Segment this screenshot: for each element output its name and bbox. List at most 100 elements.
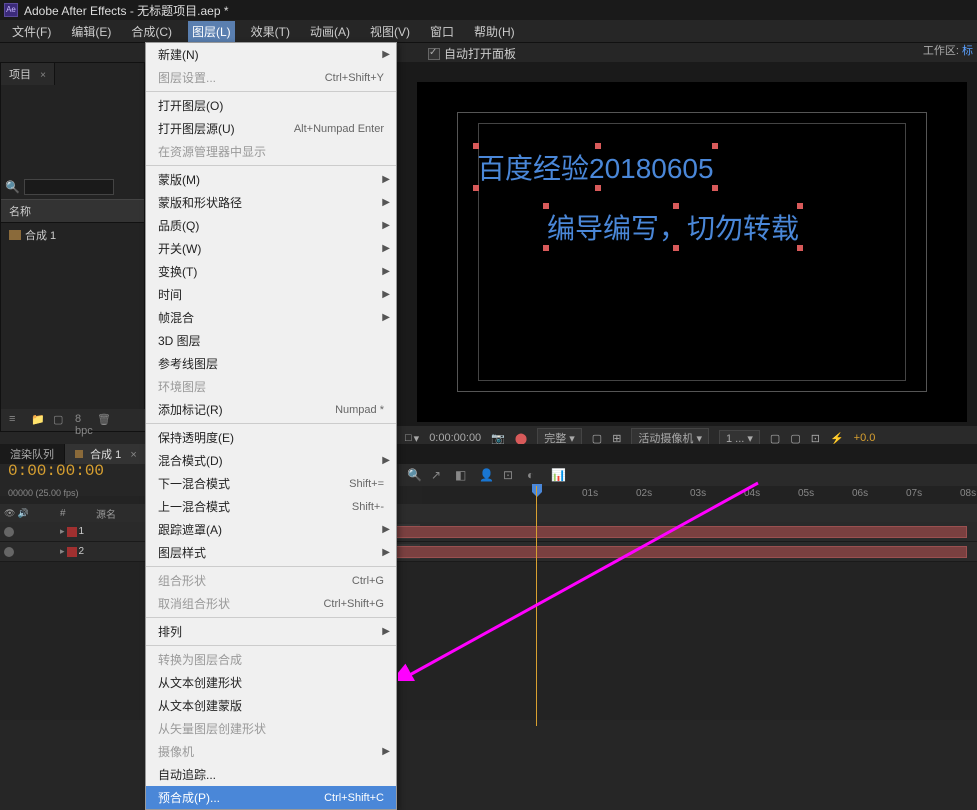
menu-switches[interactable]: 开关(W)▶	[146, 237, 396, 260]
selection-handle[interactable]	[797, 203, 803, 209]
name-column-header[interactable]: 名称	[1, 199, 144, 223]
menu-guide-layer[interactable]: 参考线图层	[146, 352, 396, 375]
ruler-tick: 02s	[636, 488, 652, 499]
selection-handle[interactable]	[712, 143, 718, 149]
menu-file[interactable]: 文件(F)	[8, 21, 55, 42]
menu-preserve-transparency[interactable]: 保持透明度(E)	[146, 426, 396, 449]
timecode-section: 0:00:00:00 00000 (25.00 fps)	[0, 464, 145, 496]
shy-icon[interactable]: 👤	[479, 468, 493, 482]
ruler-tick: 06s	[852, 488, 868, 499]
selection-handle[interactable]	[797, 245, 803, 251]
menu-transform[interactable]: 变换(T)▶	[146, 260, 396, 283]
close-icon[interactable]: ×	[40, 70, 46, 81]
selection-handle[interactable]	[712, 185, 718, 191]
visibility-toggle[interactable]	[4, 527, 14, 537]
source-name-header[interactable]: 源名	[96, 506, 144, 521]
menu-open-layer[interactable]: 打开图层(O)	[146, 94, 396, 117]
menu-layer-settings: 图层设置...Ctrl+Shift+Y	[146, 66, 396, 89]
menu-arrange[interactable]: 排列▶	[146, 620, 396, 643]
project-item-comp[interactable]: 合成 1	[1, 223, 144, 247]
selection-handle[interactable]	[543, 245, 549, 251]
menu-3d-layer[interactable]: 3D 图层	[146, 329, 396, 352]
comp-flowchart-icon[interactable]: ↗	[431, 468, 445, 482]
selection-handle[interactable]	[673, 203, 679, 209]
new-comp-icon[interactable]: ▢	[53, 413, 67, 427]
menu-quality[interactable]: 品质(Q)▶	[146, 214, 396, 237]
zoom-dropdown[interactable]: □ ▾	[405, 432, 419, 445]
menu-help[interactable]: 帮助(H)	[470, 21, 519, 42]
channel-icon[interactable]: ⬤	[515, 432, 527, 445]
menu-create-shapes-text[interactable]: 从文本创建形状	[146, 671, 396, 694]
workspace-selector[interactable]: 工作区: 标	[923, 42, 973, 58]
menu-effect[interactable]: 效果(T)	[247, 21, 294, 42]
menu-view[interactable]: 视图(V)	[366, 21, 414, 42]
text-layer-2[interactable]: 编导编写，切勿转载	[547, 207, 799, 247]
grid-icon[interactable]: ⊞	[612, 432, 621, 445]
layer-color-swatch[interactable]	[67, 527, 77, 537]
twirl-icon[interactable]: ▸	[60, 546, 65, 557]
bpc-label[interactable]: 8 bpc	[75, 413, 89, 427]
menu-mask-shape-path[interactable]: 蒙版和形状路径▶	[146, 191, 396, 214]
current-time-indicator[interactable]	[536, 486, 537, 726]
menu-next-blending[interactable]: 下一混合模式Shift+=	[146, 472, 396, 495]
menu-edit[interactable]: 编辑(E)	[67, 21, 115, 42]
layer-duration-bar[interactable]	[384, 524, 977, 540]
layer-duration-bar[interactable]	[384, 544, 977, 560]
motion-blur-icon[interactable]: ◐	[527, 468, 541, 482]
exposure-value[interactable]: +0.0	[854, 432, 876, 444]
graph-editor-icon[interactable]: 📊	[551, 468, 565, 482]
new-folder-icon[interactable]: 📁	[31, 413, 45, 427]
selection-handle[interactable]	[473, 143, 479, 149]
chevron-right-icon: ▶	[382, 243, 390, 254]
menu-track-matte[interactable]: 跟踪遮罩(A)▶	[146, 518, 396, 541]
selection-handle[interactable]	[473, 185, 479, 191]
auto-open-panel-toggle[interactable]: 自动打开面板	[428, 45, 516, 62]
menu-animation[interactable]: 动画(A)	[306, 21, 354, 42]
menu-frame-blending[interactable]: 帧混合▶	[146, 306, 396, 329]
menu-layer-styles[interactable]: 图层样式▶	[146, 541, 396, 564]
selection-handle[interactable]	[595, 185, 601, 191]
menu-composition[interactable]: 合成(C)	[127, 21, 176, 42]
layer-color-swatch[interactable]	[67, 547, 77, 557]
menu-auto-trace[interactable]: 自动追踪...	[146, 763, 396, 786]
delete-icon[interactable]: 🗑	[97, 413, 111, 427]
timecode-display[interactable]: 0:00:00:00	[429, 432, 481, 444]
menu-precompose[interactable]: 预合成(P)...Ctrl+Shift+C	[146, 786, 396, 809]
menu-add-marker[interactable]: 添加标记(R)Numpad *	[146, 398, 396, 421]
menu-mask[interactable]: 蒙版(M)▶	[146, 168, 396, 191]
menu-prev-blending[interactable]: 上一混合模式Shift+-	[146, 495, 396, 518]
snapshot-icon[interactable]: 📷	[491, 432, 505, 445]
selection-handle[interactable]	[595, 143, 601, 149]
viewer-canvas[interactable]: 百度经验20180605 编导编写，切勿转载	[417, 82, 967, 422]
selection-handle[interactable]	[543, 203, 549, 209]
fast-preview-icon[interactable]: ⚡	[830, 432, 844, 445]
project-tab[interactable]: 项目 ×	[1, 63, 55, 85]
viewer-icon-2[interactable]: ▢	[790, 432, 800, 445]
viewer-icon-3[interactable]: ⊡	[811, 432, 820, 445]
roi-icon[interactable]: ▢	[592, 432, 602, 445]
menu-open-layer-source[interactable]: 打开图层源(U)Alt+Numpad Enter	[146, 117, 396, 140]
menu-window[interactable]: 窗口	[426, 21, 458, 42]
menu-blending-mode[interactable]: 混合模式(D)▶	[146, 449, 396, 472]
search-input[interactable]	[24, 179, 114, 195]
visibility-toggle[interactable]	[4, 547, 14, 557]
time-ruler[interactable]: 01s 02s 03s 04s 05s 06s 07s 08s	[422, 486, 977, 504]
text-layer-1[interactable]: 百度经验20180605	[477, 147, 714, 187]
app-icon: Ae	[4, 3, 18, 17]
viewer-icon-1[interactable]: ▢	[770, 432, 780, 445]
tab-composition[interactable]: 合成 1 ×	[65, 444, 148, 464]
tab-render-queue[interactable]: 渲染队列	[0, 444, 65, 464]
menu-time[interactable]: 时间▶	[146, 283, 396, 306]
menu-layer[interactable]: 图层(L)	[188, 21, 235, 42]
interpret-icon[interactable]: ≡	[9, 413, 23, 427]
search-icon[interactable]: 🔍	[407, 468, 421, 482]
frame-blend-icon[interactable]: ⊡	[503, 468, 517, 482]
close-icon[interactable]: ×	[130, 449, 136, 461]
selection-handle[interactable]	[673, 245, 679, 251]
draft-3d-icon[interactable]: ◧	[455, 468, 469, 482]
twirl-icon[interactable]: ▸	[60, 526, 65, 537]
playhead-icon[interactable]	[530, 484, 544, 498]
menu-new[interactable]: 新建(N)▶	[146, 43, 396, 66]
current-timecode[interactable]: 0:00:00:00	[8, 462, 104, 480]
menu-create-masks-text[interactable]: 从文本创建蒙版	[146, 694, 396, 717]
